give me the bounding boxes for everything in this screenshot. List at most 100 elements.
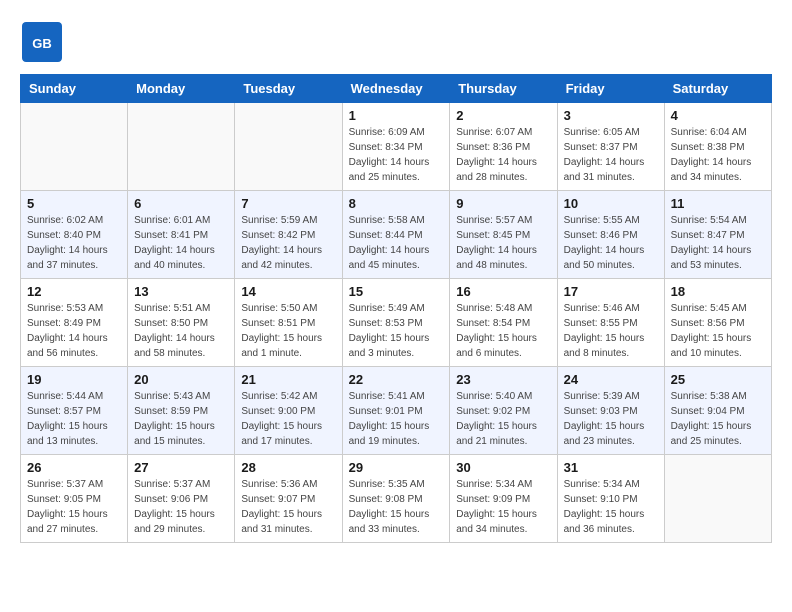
day-info: Sunrise: 5:34 AM Sunset: 9:10 PM Dayligh… <box>564 477 658 537</box>
day-info: Sunrise: 5:37 AM Sunset: 9:05 PM Dayligh… <box>27 477 121 537</box>
calendar-cell: 14 Sunrise: 5:50 AM Sunset: 8:51 PM Dayli… <box>235 279 342 367</box>
calendar-cell: 26 Sunrise: 5:37 AM Sunset: 9:05 PM Dayli… <box>21 455 128 543</box>
calendar-cell: 28Sunrise: 5:36 AM Sunset: 9:07 PM Dayli… <box>235 455 342 543</box>
calendar-cell: 16 Sunrise: 5:48 AM Sunset: 8:54 PM Dayli… <box>450 279 557 367</box>
calendar-cell: 20 Sunrise: 5:43 AM Sunset: 8:59 PM Dayli… <box>128 367 235 455</box>
day-info: Sunrise: 5:51 AM Sunset: 8:50 PM Dayligh… <box>134 301 228 361</box>
day-number: 12 <box>27 284 121 299</box>
calendar-cell: 23 Sunrise: 5:40 AM Sunset: 9:02 PM Dayli… <box>450 367 557 455</box>
day-number: 16 <box>456 284 550 299</box>
day-info: Sunrise: 5:43 AM Sunset: 8:59 PM Dayligh… <box>134 389 228 449</box>
calendar-cell: 7 Sunrise: 5:59 AM Sunset: 8:42 PM Daylig… <box>235 191 342 279</box>
calendar-week-row-4: 19 Sunrise: 5:44 AM Sunset: 8:57 PM Dayli… <box>21 367 772 455</box>
day-info: Sunrise: 5:49 AM Sunset: 8:53 PM Dayligh… <box>349 301 444 361</box>
calendar-cell: 31 Sunrise: 5:34 AM Sunset: 9:10 PM Dayli… <box>557 455 664 543</box>
calendar-cell: 29 Sunrise: 5:35 AM Sunset: 9:08 PM Dayli… <box>342 455 450 543</box>
day-number: 11 <box>671 196 765 211</box>
day-info: Sunrise: 5:42 AM Sunset: 9:00 PM Dayligh… <box>241 389 335 449</box>
calendar-cell <box>235 103 342 191</box>
calendar-cell: 1 Sunrise: 6:09 AM Sunset: 8:34 PM Daylig… <box>342 103 450 191</box>
day-number: 9 <box>456 196 550 211</box>
day-info: Sunrise: 5:38 AM Sunset: 9:04 PM Dayligh… <box>671 389 765 449</box>
day-number: 25 <box>671 372 765 387</box>
day-number: 17 <box>564 284 658 299</box>
day-number: 28 <box>241 460 335 475</box>
calendar-cell <box>664 455 771 543</box>
day-info: Sunrise: 6:02 AM Sunset: 8:40 PM Dayligh… <box>27 213 121 273</box>
day-info: Sunrise: 5:46 AM Sunset: 8:55 PM Dayligh… <box>564 301 658 361</box>
calendar-cell: 3Sunrise: 6:05 AM Sunset: 8:37 PM Daylig… <box>557 103 664 191</box>
day-info: Sunrise: 5:50 AM Sunset: 8:51 PM Dayligh… <box>241 301 335 361</box>
calendar-cell: 27 Sunrise: 5:37 AM Sunset: 9:06 PM Dayli… <box>128 455 235 543</box>
day-number: 3 <box>564 108 658 123</box>
day-number: 30 <box>456 460 550 475</box>
day-info: Sunrise: 5:59 AM Sunset: 8:42 PM Dayligh… <box>241 213 335 273</box>
page-header: GB <box>20 20 772 64</box>
day-info: Sunrise: 6:04 AM Sunset: 8:38 PM Dayligh… <box>671 125 765 185</box>
day-number: 10 <box>564 196 658 211</box>
calendar-cell: 4 Sunrise: 6:04 AM Sunset: 8:38 PM Daylig… <box>664 103 771 191</box>
calendar-cell <box>128 103 235 191</box>
day-number: 13 <box>134 284 228 299</box>
day-number: 21 <box>241 372 335 387</box>
day-info: Sunrise: 5:35 AM Sunset: 9:08 PM Dayligh… <box>349 477 444 537</box>
day-number: 7 <box>241 196 335 211</box>
calendar-cell: 11 Sunrise: 5:54 AM Sunset: 8:47 PM Dayli… <box>664 191 771 279</box>
day-info: Sunrise: 5:34 AM Sunset: 9:09 PM Dayligh… <box>456 477 550 537</box>
day-number: 18 <box>671 284 765 299</box>
day-info: Sunrise: 5:44 AM Sunset: 8:57 PM Dayligh… <box>27 389 121 449</box>
day-info: Sunrise: 5:39 AM Sunset: 9:03 PM Dayligh… <box>564 389 658 449</box>
weekday-header-tuesday: Tuesday <box>235 75 342 103</box>
day-info: Sunrise: 5:41 AM Sunset: 9:01 PM Dayligh… <box>349 389 444 449</box>
weekday-header-sunday: Sunday <box>21 75 128 103</box>
calendar-week-row-5: 26 Sunrise: 5:37 AM Sunset: 9:05 PM Dayli… <box>21 455 772 543</box>
calendar-cell: 25 Sunrise: 5:38 AM Sunset: 9:04 PM Dayli… <box>664 367 771 455</box>
day-info: Sunrise: 5:40 AM Sunset: 9:02 PM Dayligh… <box>456 389 550 449</box>
calendar-cell: 12 Sunrise: 5:53 AM Sunset: 8:49 PM Dayli… <box>21 279 128 367</box>
weekday-header-wednesday: Wednesday <box>342 75 450 103</box>
day-info: Sunrise: 6:01 AM Sunset: 8:41 PM Dayligh… <box>134 213 228 273</box>
day-number: 4 <box>671 108 765 123</box>
calendar-cell: 2Sunrise: 6:07 AM Sunset: 8:36 PM Daylig… <box>450 103 557 191</box>
weekday-header-row: SundayMondayTuesdayWednesdayThursdayFrid… <box>21 75 772 103</box>
calendar-cell: 8 Sunrise: 5:58 AM Sunset: 8:44 PM Daylig… <box>342 191 450 279</box>
day-number: 22 <box>349 372 444 387</box>
day-number: 15 <box>349 284 444 299</box>
calendar-cell <box>21 103 128 191</box>
day-number: 26 <box>27 460 121 475</box>
day-number: 23 <box>456 372 550 387</box>
day-number: 6 <box>134 196 228 211</box>
day-number: 20 <box>134 372 228 387</box>
calendar-cell: 5 Sunrise: 6:02 AM Sunset: 8:40 PM Daylig… <box>21 191 128 279</box>
calendar-cell: 24Sunrise: 5:39 AM Sunset: 9:03 PM Dayli… <box>557 367 664 455</box>
day-info: Sunrise: 6:09 AM Sunset: 8:34 PM Dayligh… <box>349 125 444 185</box>
calendar-cell: 21 Sunrise: 5:42 AM Sunset: 9:00 PM Dayli… <box>235 367 342 455</box>
calendar-cell: 13 Sunrise: 5:51 AM Sunset: 8:50 PM Dayli… <box>128 279 235 367</box>
weekday-header-friday: Friday <box>557 75 664 103</box>
day-info: Sunrise: 5:48 AM Sunset: 8:54 PM Dayligh… <box>456 301 550 361</box>
day-number: 19 <box>27 372 121 387</box>
calendar-cell: 19 Sunrise: 5:44 AM Sunset: 8:57 PM Dayli… <box>21 367 128 455</box>
day-number: 2 <box>456 108 550 123</box>
weekday-header-saturday: Saturday <box>664 75 771 103</box>
day-info: Sunrise: 5:55 AM Sunset: 8:46 PM Dayligh… <box>564 213 658 273</box>
day-number: 29 <box>349 460 444 475</box>
calendar-cell: 30 Sunrise: 5:34 AM Sunset: 9:09 PM Dayli… <box>450 455 557 543</box>
calendar-cell: 22 Sunrise: 5:41 AM Sunset: 9:01 PM Dayli… <box>342 367 450 455</box>
day-info: Sunrise: 5:54 AM Sunset: 8:47 PM Dayligh… <box>671 213 765 273</box>
day-number: 8 <box>349 196 444 211</box>
day-info: Sunrise: 5:53 AM Sunset: 8:49 PM Dayligh… <box>27 301 121 361</box>
day-number: 14 <box>241 284 335 299</box>
day-number: 1 <box>349 108 444 123</box>
day-info: Sunrise: 5:58 AM Sunset: 8:44 PM Dayligh… <box>349 213 444 273</box>
day-number: 27 <box>134 460 228 475</box>
calendar-cell: 17 Sunrise: 5:46 AM Sunset: 8:55 PM Dayli… <box>557 279 664 367</box>
logo-icon: GB <box>20 20 64 64</box>
calendar-week-row-3: 12 Sunrise: 5:53 AM Sunset: 8:49 PM Dayli… <box>21 279 772 367</box>
day-number: 5 <box>27 196 121 211</box>
day-info: Sunrise: 5:57 AM Sunset: 8:45 PM Dayligh… <box>456 213 550 273</box>
day-number: 31 <box>564 460 658 475</box>
day-info: Sunrise: 5:37 AM Sunset: 9:06 PM Dayligh… <box>134 477 228 537</box>
calendar-cell: 15 Sunrise: 5:49 AM Sunset: 8:53 PM Dayli… <box>342 279 450 367</box>
calendar-table: SundayMondayTuesdayWednesdayThursdayFrid… <box>20 74 772 543</box>
